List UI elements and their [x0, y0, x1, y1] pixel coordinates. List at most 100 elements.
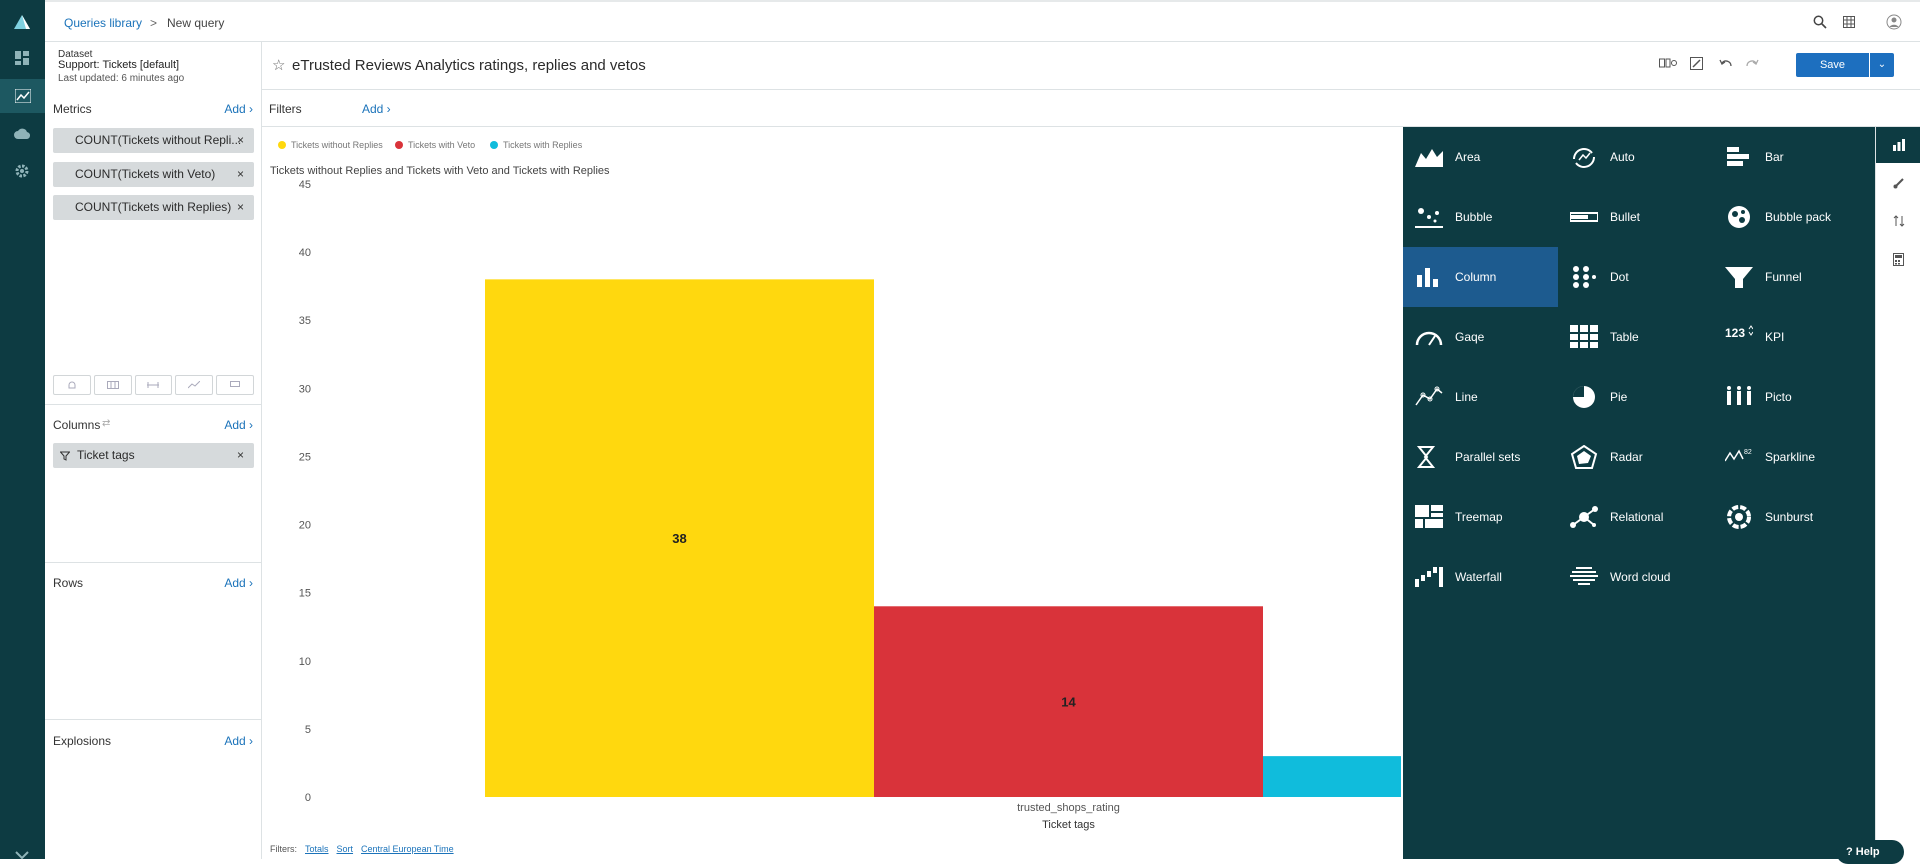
- logo-icon[interactable]: [12, 12, 32, 32]
- auto-icon: [1570, 145, 1598, 169]
- help-label: Help: [1855, 846, 1880, 858]
- chart-type-waterfall[interactable]: Waterfall: [1403, 547, 1558, 607]
- redo-icon[interactable]: [1746, 57, 1759, 72]
- chart-type-word-cloud[interactable]: Word cloud: [1558, 547, 1713, 607]
- chart-type-picto[interactable]: Picto: [1713, 367, 1868, 427]
- help-button[interactable]: ? Help: [1836, 840, 1904, 864]
- chart-type-sparkline[interactable]: 82 12 Sparkline: [1713, 427, 1868, 487]
- range-option-icon[interactable]: [134, 375, 173, 395]
- chart-type-column[interactable]: Column: [1403, 247, 1558, 307]
- help-circle-icon: ?: [1846, 846, 1853, 858]
- legend-item[interactable]: Tickets with Veto: [395, 140, 475, 150]
- breadcrumb-queries-library[interactable]: Queries library: [64, 16, 142, 30]
- chart-type-dot[interactable]: Dot: [1558, 247, 1713, 307]
- chart-type-label: Relational: [1610, 510, 1664, 524]
- metrics-title: Metrics: [53, 102, 92, 116]
- chart-type-auto[interactable]: Auto: [1558, 127, 1713, 187]
- chart-type-label: Pie: [1610, 390, 1628, 404]
- undo-icon[interactable]: [1719, 57, 1732, 72]
- column-chip[interactable]: Ticket tags ×: [53, 443, 254, 468]
- paint-brush-icon[interactable]: [1876, 165, 1920, 201]
- chart-type-funnel[interactable]: Funnel: [1713, 247, 1868, 307]
- footer-timezone-link[interactable]: Central European Time: [361, 844, 454, 854]
- chart-type-sunburst[interactable]: Sunburst: [1713, 487, 1868, 547]
- chart-type-table[interactable]: Table: [1558, 307, 1713, 367]
- metric-options-toolbar: [53, 375, 254, 395]
- chart-type-radar[interactable]: Radar: [1558, 427, 1713, 487]
- chart-type-relational[interactable]: Relational: [1558, 487, 1713, 547]
- metric-chip-label: COUNT(Tickets without Repli...: [75, 133, 242, 147]
- legend-item[interactable]: Tickets with Replies: [490, 140, 582, 150]
- y-tick-label: 5: [305, 724, 311, 736]
- metric-chip[interactable]: COUNT(Tickets without Repli... ×: [53, 128, 254, 153]
- queries-icon[interactable]: [0, 79, 45, 113]
- divider: [45, 404, 262, 405]
- settings-gear-icon[interactable]: [12, 161, 32, 181]
- chart-type-label: Auto: [1610, 150, 1635, 164]
- chart-type-line[interactable]: Line: [1403, 367, 1558, 427]
- chart-type-bubble-pack[interactable]: Bubble pack: [1713, 187, 1868, 247]
- chart-type-gaqe[interactable]: Gaqe: [1403, 307, 1558, 367]
- chart-type-bullet[interactable]: Bullet: [1558, 187, 1713, 247]
- dot-icon: [1570, 265, 1598, 289]
- remove-column-icon[interactable]: ×: [237, 443, 244, 468]
- calculator-icon[interactable]: [1876, 241, 1920, 277]
- dataset-name[interactable]: Support: Tickets [default]: [58, 59, 179, 71]
- remove-metric-icon[interactable]: ×: [237, 195, 244, 220]
- chart-type-area[interactable]: Area: [1403, 127, 1558, 187]
- footer-sort-link[interactable]: Sort: [337, 844, 354, 854]
- explosions-add-link[interactable]: Add ›: [224, 734, 253, 748]
- comment-option-icon[interactable]: [216, 375, 254, 395]
- chart-type-kpi[interactable]: 123 KPI: [1713, 307, 1868, 367]
- metric-chip[interactable]: COUNT(Tickets with Replies) ×: [53, 195, 254, 220]
- trend-option-icon[interactable]: [175, 375, 214, 395]
- edit-pencil-icon[interactable]: [1690, 57, 1703, 73]
- save-button[interactable]: Save: [1796, 53, 1869, 77]
- chart-type-label: Dot: [1610, 270, 1629, 284]
- search-icon[interactable]: [1811, 13, 1829, 31]
- user-avatar-icon[interactable]: [1885, 13, 1903, 31]
- chart-type-treemap[interactable]: Treemap: [1403, 487, 1558, 547]
- save-options-chevron-down-icon[interactable]: ⌄: [1870, 53, 1894, 77]
- alert-bell-icon[interactable]: [53, 375, 91, 395]
- rows-add-link[interactable]: Add ›: [224, 576, 253, 590]
- sort-arrows-icon[interactable]: [1876, 203, 1920, 239]
- chart-type-pie[interactable]: Pie: [1558, 367, 1713, 427]
- rows-title: Rows: [53, 576, 84, 590]
- favorite-star-icon[interactable]: ☆: [272, 56, 285, 74]
- dataset-updated: Last updated: 6 minutes ago: [58, 73, 185, 84]
- chart-type-bubble[interactable]: Bubble: [1403, 187, 1558, 247]
- filters-add-link[interactable]: Add ›: [362, 102, 391, 116]
- chart-type-label: Bullet: [1610, 210, 1641, 224]
- columns-add-link[interactable]: Add ›: [224, 418, 253, 432]
- columns-option-icon[interactable]: [93, 375, 132, 395]
- swap-axes-icon[interactable]: ⇄: [102, 418, 110, 429]
- query-header: ☆ eTrusted Reviews Analytics ratings, re…: [262, 42, 1920, 90]
- chart-type-label: Bubble: [1455, 210, 1493, 224]
- treemap-icon: [1415, 505, 1443, 529]
- query-title[interactable]: eTrusted Reviews Analytics ratings, repl…: [292, 57, 646, 74]
- chart-type-bar-icon[interactable]: [1876, 127, 1920, 163]
- data-upload-icon[interactable]: [12, 124, 32, 144]
- footer-totals-link[interactable]: Totals: [305, 844, 329, 854]
- y-tick-label: 15: [299, 588, 311, 600]
- remove-metric-icon[interactable]: ×: [237, 162, 244, 187]
- apps-grid-icon[interactable]: [1840, 13, 1858, 31]
- chart-type-label: Sparkline: [1765, 450, 1816, 464]
- relational-icon: [1570, 505, 1598, 529]
- sql-view-icon[interactable]: [1659, 57, 1677, 72]
- svg-text:82 12: 82 12: [1744, 449, 1753, 456]
- top-bar: Queries library > New query: [45, 0, 1920, 42]
- chart-type-parallel-sets[interactable]: Parallel sets: [1403, 427, 1558, 487]
- collapse-icon[interactable]: [12, 846, 32, 866]
- metric-chip[interactable]: COUNT(Tickets with Veto) ×: [53, 162, 254, 187]
- legend-item[interactable]: Tickets without Replies: [278, 140, 383, 150]
- bar[interactable]: [1263, 756, 1401, 797]
- metrics-add-link[interactable]: Add ›: [224, 102, 253, 116]
- metric-chip-label: COUNT(Tickets with Veto): [75, 167, 216, 181]
- dashboards-icon[interactable]: [12, 48, 32, 68]
- remove-metric-icon[interactable]: ×: [237, 128, 244, 153]
- data-label: 14: [1061, 695, 1076, 710]
- chart-title: Tickets without Replies and Tickets with…: [270, 165, 610, 177]
- chart-type-bar[interactable]: Bar: [1713, 127, 1868, 187]
